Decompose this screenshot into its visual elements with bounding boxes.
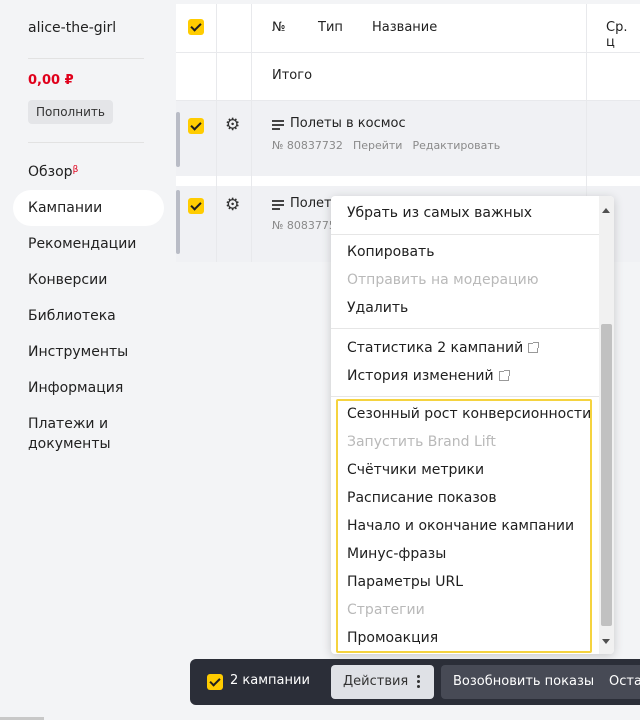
sidebar-item-overview[interactable]: Обзорβ [28,162,78,182]
sidebar-item-payments[interactable]: Платежи и документы [28,414,111,452]
menu-item-unmark-important[interactable]: Убрать из самых важных [347,203,532,223]
sidebar-item-label: Обзор [28,164,73,180]
row-accent-bar [176,112,180,167]
total-label: Итого [272,68,313,83]
go-link[interactable]: Перейти [353,139,403,152]
text-campaign-icon [272,120,284,130]
row-divider [176,100,640,101]
select-all-checkbox[interactable] [188,19,204,35]
actions-button-label: Действия [343,674,409,689]
menu-item-seasonal-growth[interactable]: Сезонный рост конверсионности [347,404,591,424]
column-header-type[interactable]: Тип [318,20,343,35]
menu-separator [331,396,599,397]
sidebar: alice-the-girl 0,00 ₽ Пополнить Обзорβ К… [0,0,176,720]
sidebar-item-label: Платежи и [28,416,109,432]
menu-item-brand-lift: Запустить Brand Lift [347,434,496,450]
sidebar-item-campaigns[interactable]: Кампании [28,198,102,218]
menu-item-send-moderation: Отправить на модерацию [347,272,539,288]
menu-item-history[interactable]: История изменений [347,366,510,386]
sidebar-item-recommendations[interactable]: Рекомендации [28,234,136,254]
actions-button[interactable]: Действия [331,665,434,699]
menu-item-label: История изменений [347,368,494,384]
selection-checkbox[interactable] [207,674,223,690]
menu-item-copy[interactable]: Копировать [347,242,434,262]
sidebar-item-label: документы [28,436,111,452]
scroll-thumb[interactable] [601,324,612,626]
external-link-icon [528,342,540,353]
menu-separator [331,234,599,235]
gear-icon[interactable]: ⚙ [225,117,240,134]
column-header-name[interactable]: Название [372,20,437,35]
menu-item-negative-keywords[interactable]: Минус-фразы [347,544,446,564]
balance: 0,00 ₽ [28,73,74,88]
actions-menu: Убрать из самых важных Копировать Отправ… [331,196,614,654]
external-link-icon [498,370,510,381]
campaign-name[interactable]: Полеты в космос [290,116,406,131]
gear-icon[interactable]: ⚙ [225,197,240,214]
menu-item-promo[interactable]: Промоакция [347,628,438,648]
menu-item-statistics[interactable]: Статистика 2 кампаний [347,338,540,358]
username[interactable]: alice-the-girl [28,20,116,36]
column-header-avg[interactable]: Ср. ц [606,20,640,50]
sidebar-item-information[interactable]: Информация [28,378,123,398]
menu-scrollbar[interactable] [599,196,614,654]
column-header-number[interactable]: № [272,20,286,35]
sidebar-divider [28,142,144,143]
topup-button[interactable]: Пополнить [28,100,113,124]
row-checkbox[interactable] [188,118,204,134]
column-divider [216,4,217,262]
campaign-number: № 80837732 [272,139,343,152]
campaign-meta: № 80837732 Перейти Редактировать [272,139,510,152]
menu-item-metrika-counters[interactable]: Счётчики метрики [347,460,484,480]
row-checkbox[interactable] [188,198,204,214]
menu-item-delete[interactable]: Удалить [347,298,408,318]
resume-button[interactable]: Возобновить показы [441,665,607,699]
menu-item-label: Статистика 2 кампаний [347,340,524,356]
campaign-number: № 8083775 [272,219,336,232]
sidebar-item-library[interactable]: Библиотека [28,306,116,326]
menu-item-schedule[interactable]: Расписание показов [347,488,497,508]
more-vertical-icon [417,675,420,689]
scroll-up-arrow-icon[interactable] [602,208,610,213]
menu-item-strategies: Стратегии [347,602,425,618]
scroll-down-arrow-icon[interactable] [602,639,610,644]
row-divider [176,52,640,53]
selected-count: 2 кампании [230,673,310,688]
stop-button[interactable]: Оста [597,665,640,699]
sidebar-item-tools[interactable]: Инструменты [28,342,128,362]
menu-item-start-end[interactable]: Начало и окончание кампании [347,516,574,536]
beta-badge: β [72,165,79,175]
edit-link[interactable]: Редактировать [412,139,500,152]
selection-action-bar: 2 кампании Действия Возобновить показы О… [190,659,640,705]
sidebar-divider [28,58,144,59]
column-divider [251,4,252,262]
text-campaign-icon [272,200,284,210]
sidebar-item-conversions[interactable]: Конверсии [28,270,107,290]
menu-separator [331,328,599,329]
row-accent-bar [176,190,180,254]
menu-item-url-params[interactable]: Параметры URL [347,572,463,592]
